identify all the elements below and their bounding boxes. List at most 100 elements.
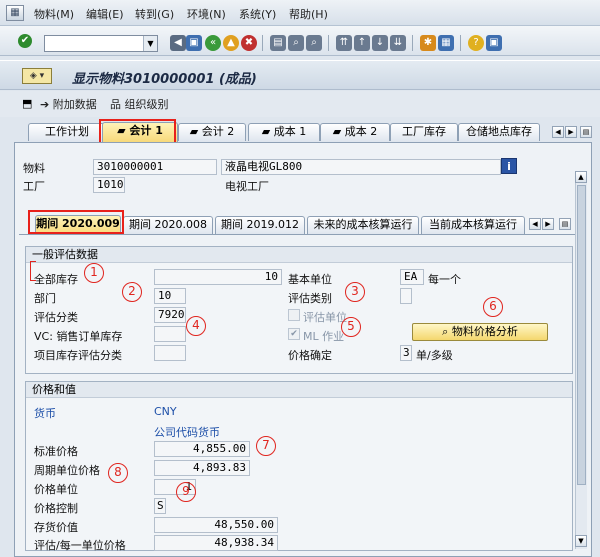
enter-icon[interactable]: ✔ bbox=[18, 34, 32, 48]
find-icon[interactable]: ⌕ bbox=[288, 35, 304, 51]
command-field[interactable]: ▼ bbox=[44, 35, 158, 52]
menu-environment[interactable]: 环境(N) bbox=[187, 6, 226, 22]
vc-sales-order-stock-label: VC: 销售订单库存 bbox=[34, 330, 123, 343]
menu-material[interactable]: 物料(M) bbox=[34, 6, 74, 22]
tab-scroll-left-icon[interactable]: ◀ bbox=[552, 126, 564, 138]
tab-future-cost-run[interactable]: 未来的成本核算运行 bbox=[307, 216, 419, 234]
valuation-unit-checkbox[interactable] bbox=[288, 309, 300, 321]
division-label: 部门 bbox=[34, 292, 56, 305]
vertical-scrollbar[interactable]: ▲ ▼ bbox=[575, 171, 587, 549]
price-control-field: S bbox=[154, 498, 166, 514]
ml-active-checkbox[interactable]: ✔ bbox=[288, 328, 300, 340]
valuation-category-label: 评估类别 bbox=[288, 292, 332, 305]
period-scroll-left-icon[interactable]: ◀ bbox=[529, 218, 541, 230]
exit-icon[interactable]: ▲ bbox=[223, 35, 239, 51]
previous-page-icon[interactable]: ↑ bbox=[354, 35, 370, 51]
scroll-up-icon[interactable]: ▲ bbox=[575, 171, 587, 183]
base-unit-label: 基本单位 bbox=[288, 273, 332, 286]
valuation-category-field bbox=[400, 288, 412, 304]
currency-label: 货币 bbox=[34, 407, 56, 420]
scrollbar-thumb[interactable] bbox=[577, 185, 586, 485]
menu-help[interactable]: 帮助(H) bbox=[289, 6, 328, 22]
tab-label: 期间 2020.008 bbox=[129, 218, 207, 231]
tab-label: 成本 2 bbox=[344, 125, 378, 138]
annotation-marker-4: 4 bbox=[186, 316, 206, 336]
period-scroll-right-icon[interactable]: ▶ bbox=[542, 218, 554, 230]
tab-label: 会计 2 bbox=[201, 125, 235, 138]
period-list-icon[interactable]: ▤ bbox=[559, 218, 571, 230]
base-unit-field: EA bbox=[400, 269, 424, 285]
annotation-marker-8: 8 bbox=[108, 463, 128, 483]
tab-scroll-right-icon[interactable]: ▶ bbox=[565, 126, 577, 138]
chevron-down-icon[interactable]: ▼ bbox=[143, 36, 157, 51]
material-field: 3010000001 bbox=[93, 159, 217, 175]
menu-goto[interactable]: 转到(G) bbox=[135, 6, 174, 22]
valuated-unit-price-field: 48,938.34 bbox=[154, 535, 278, 551]
annotation-marker-9: 9 bbox=[176, 482, 196, 502]
tab-period-last-year[interactable]: 期间 2019.012 bbox=[215, 216, 305, 234]
info-icon[interactable]: i bbox=[501, 158, 517, 174]
tab-label: 工厂库存 bbox=[402, 125, 446, 138]
tab-icon: ▰ bbox=[261, 125, 274, 138]
annotation-marker-5: 5 bbox=[341, 317, 361, 337]
additional-data-button[interactable]: ➔ 附加数据 bbox=[40, 96, 97, 112]
tab-costing-2[interactable]: ▰ 成本 2 bbox=[320, 123, 390, 141]
tab-content-panel: 物料 3010000001 液晶电视GL800 i 工厂 1010 电视工厂 ▲… bbox=[14, 142, 592, 557]
plant-description: 电视工厂 bbox=[225, 180, 269, 193]
tab-plant-stock[interactable]: 工厂库存 bbox=[390, 123, 458, 141]
first-page-icon[interactable]: ⇈ bbox=[336, 35, 352, 51]
toolbar-separator bbox=[328, 35, 329, 51]
tab-label: 工作计划 bbox=[45, 125, 89, 138]
price-determination-field: 3 bbox=[400, 345, 412, 361]
tab-list-icon[interactable]: ▤ bbox=[580, 126, 592, 138]
tab-costing-1[interactable]: ▰ 成本 1 bbox=[248, 123, 320, 141]
menu-bar: ▦ 物料(M) 编辑(E) 转到(G) 环境(N) 系统(Y) 帮助(H) bbox=[0, 0, 600, 26]
find-next-icon[interactable]: ⌕ bbox=[306, 35, 322, 51]
annotation-bracket bbox=[30, 261, 36, 281]
tab-current-cost-run[interactable]: 当前成本核算运行 bbox=[421, 216, 525, 234]
highlight-box-period-tab bbox=[28, 210, 124, 234]
tab-label: 期间 2019.012 bbox=[221, 218, 299, 231]
cancel-icon[interactable]: ✖ bbox=[241, 35, 257, 51]
project-stock-label: 项目库存评估分类 bbox=[34, 349, 122, 362]
toolbar-separator bbox=[460, 35, 461, 51]
tab-storage-location-stock[interactable]: 仓储地点库存 bbox=[458, 123, 540, 141]
layout-icon[interactable]: ▣ bbox=[486, 35, 502, 51]
tab-accounting-2[interactable]: ▰ 会计 2 bbox=[178, 123, 246, 141]
material-icon[interactable]: ◈ ▾ bbox=[22, 68, 52, 84]
select-views-icon[interactable]: ⬒ bbox=[22, 97, 32, 110]
tab-label: 未来的成本核算运行 bbox=[313, 218, 413, 231]
standard-price-label: 标准价格 bbox=[34, 445, 78, 458]
price-control-label: 价格控制 bbox=[34, 502, 78, 515]
material-price-analysis-button[interactable]: ⌕ 物料价格分析 bbox=[412, 323, 548, 341]
additional-data-label: 附加数据 bbox=[52, 98, 97, 111]
help-icon[interactable]: ? bbox=[468, 35, 484, 51]
inventory-value-field: 48,550.00 bbox=[154, 517, 278, 533]
sap-menu-icon[interactable]: ▦ bbox=[6, 5, 24, 21]
project-stock-field bbox=[154, 345, 186, 361]
tab-period-previous[interactable]: 期间 2020.008 bbox=[123, 216, 213, 234]
new-session-icon[interactable]: ✱ bbox=[420, 35, 436, 51]
back-icon[interactable]: « bbox=[205, 35, 221, 51]
menu-system[interactable]: 系统(Y) bbox=[239, 6, 276, 22]
scroll-down-icon[interactable]: ▼ bbox=[575, 535, 587, 547]
next-page-icon[interactable]: ↓ bbox=[372, 35, 388, 51]
valuation-class-label: 评估分类 bbox=[34, 311, 78, 324]
material-label: 物料 bbox=[23, 162, 45, 175]
application-toolbar: ⬒ ➔ 附加数据 品 组织级别 bbox=[0, 91, 600, 117]
total-stock-label: 全部库存 bbox=[34, 273, 78, 286]
last-page-icon[interactable]: ⇊ bbox=[390, 35, 406, 51]
company-code-currency: 公司代码货币 bbox=[154, 426, 220, 439]
tab-label: 当前成本核算运行 bbox=[429, 218, 517, 231]
print-icon[interactable]: ▤ bbox=[270, 35, 286, 51]
prices-values-group: 价格和值 货币 CNY 公司代码货币 标准价格 4,855.00 周期单位价格 … bbox=[25, 381, 573, 552]
base-unit-text: 每一个 bbox=[428, 273, 461, 286]
back-nav-icon[interactable]: ◀ bbox=[170, 35, 186, 51]
toolbar-separator bbox=[412, 35, 413, 51]
tab-label: 成本 1 bbox=[273, 125, 307, 138]
org-levels-button[interactable]: 品 组织级别 bbox=[110, 96, 169, 112]
save-icon[interactable]: ▣ bbox=[186, 35, 202, 51]
menu-edit[interactable]: 编辑(E) bbox=[86, 6, 124, 22]
shortcut-icon[interactable]: ▦ bbox=[438, 35, 454, 51]
tab-work-scheduling[interactable]: 工作计划 bbox=[28, 123, 106, 141]
